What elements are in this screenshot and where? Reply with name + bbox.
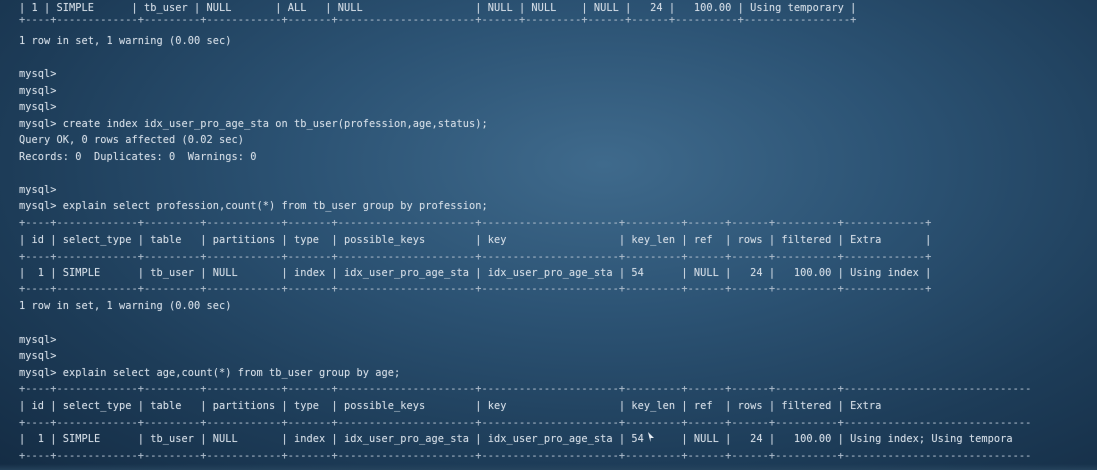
table-row: | 1 | SIMPLE | tb_user | NULL | index | … <box>19 433 1013 445</box>
table-border-bottom: +----+-------------+---------+----------… <box>19 450 1032 462</box>
prompt-line: mysql> <box>19 101 57 113</box>
table-border-mid: +----+-------------+---------+----------… <box>19 251 932 263</box>
prompt-line: mysql> <box>19 334 57 346</box>
status-line-rowcount-1: 1 row in set, 1 warning (0.00 sec) <box>19 35 232 47</box>
table-header-row: | id | select_type | table | partitions … <box>19 234 932 246</box>
command-explain-profession: mysql> explain select profession,count(*… <box>19 200 488 212</box>
status-query-ok: Query OK, 0 rows affected (0.02 sec) <box>19 134 244 146</box>
status-line-rowcount-2: 1 row in set, 1 warning (0.00 sec) <box>19 300 232 312</box>
table-border-top: +----+-------------+---------+----------… <box>19 217 932 229</box>
command-create-index: mysql> create index idx_user_pro_age_sta… <box>19 118 488 130</box>
prompt-line: mysql> <box>19 350 57 362</box>
table-border-top: +----+-------------+---------+----------… <box>19 383 1032 395</box>
table-row: | 1 | SIMPLE | tb_user | NULL | index | … <box>19 267 932 279</box>
table-border-mid: +----+-------------+---------+----------… <box>19 417 1032 429</box>
prompt-line: mysql> <box>19 184 57 196</box>
result-row-previous: | 1 | SIMPLE | tb_user | NULL | ALL | NU… <box>19 2 857 14</box>
terminal-window[interactable]: | 1 | SIMPLE | tb_user | NULL | ALL | NU… <box>0 0 1097 470</box>
table-border-bottom: +----+-------------+---------+----------… <box>19 283 932 295</box>
table-border-previous: +----+-------------+---------+----------… <box>19 14 857 26</box>
status-records: Records: 0 Duplicates: 0 Warnings: 0 <box>19 151 257 163</box>
table-header-row: | id | select_type | table | partitions … <box>19 400 882 412</box>
command-explain-age: mysql> explain select age,count(*) from … <box>19 367 401 379</box>
prompt-line: mysql> <box>19 68 57 80</box>
prompt-line: mysql> <box>19 85 57 97</box>
bottom-edge <box>0 464 1097 470</box>
